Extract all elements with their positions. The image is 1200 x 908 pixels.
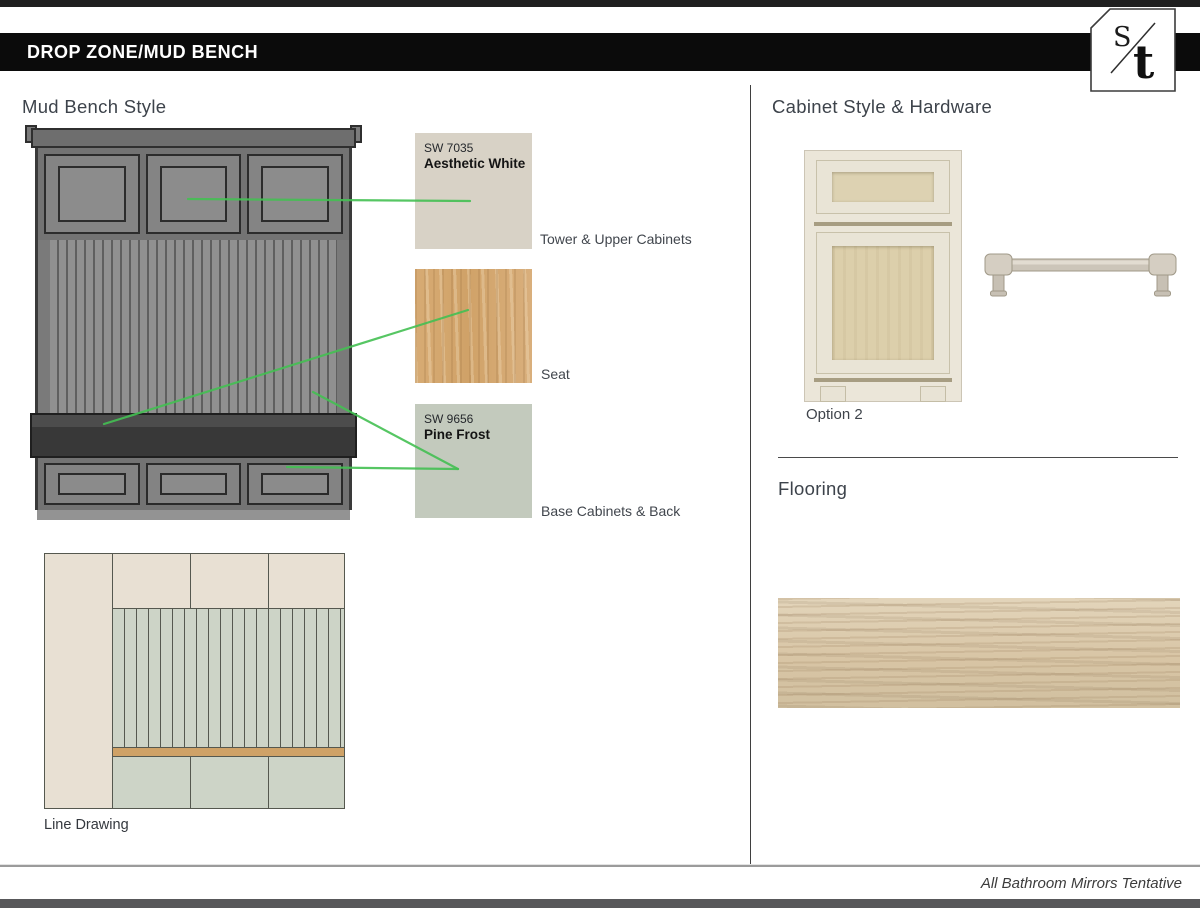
footer-rule <box>0 864 1200 867</box>
elevation-base-cabinet <box>112 756 191 809</box>
footer-note: All Bathroom Mirrors Tentative <box>981 875 1182 892</box>
upper-cabinet-door <box>146 154 242 234</box>
bench-base-cabinets <box>35 458 352 510</box>
pull-post-foot-right <box>1155 291 1171 296</box>
cabinet-foot-left <box>820 386 846 402</box>
flooring-heading: Flooring <box>778 478 847 500</box>
swatch-name: Aesthetic White <box>415 156 532 171</box>
pull-end-cap-left <box>985 254 1012 275</box>
cabinet-photo <box>804 150 962 402</box>
page-title: DROP ZONE/MUD BENCH <box>0 42 258 63</box>
elevation-base-cabinet <box>190 756 269 809</box>
bench-upper-cabinets <box>35 148 352 240</box>
swatch-label-base-back: Base Cabinets & Back <box>541 503 680 519</box>
upper-cabinet-door <box>44 154 140 234</box>
design-board-page: DROP ZONE/MUD BENCH S t All Bathroom Mir… <box>0 0 1200 908</box>
base-cabinet-drawer <box>44 463 140 505</box>
line-drawing <box>44 553 345 809</box>
elevation-upper-cabinet <box>190 553 269 609</box>
door-panel <box>832 246 934 360</box>
pull-post-left <box>993 275 1004 292</box>
line-drawing-label: Line Drawing <box>44 817 129 833</box>
beadboard-slats <box>50 240 337 413</box>
bench-crown <box>31 128 356 148</box>
paint-swatch-aesthetic-white: SW 7035 Aesthetic White <box>415 133 532 249</box>
elevation-upper-cabinet <box>112 553 191 609</box>
bench-beadboard-back <box>35 240 352 413</box>
logo-letter-s: S <box>1113 22 1132 53</box>
flooring-section-divider <box>778 457 1178 458</box>
drawer-panel <box>832 172 934 202</box>
bench-seat <box>30 413 357 458</box>
paint-swatch-pine-frost: SW 9656 Pine Frost <box>415 404 532 518</box>
hardware-pull-photo <box>983 250 1178 300</box>
swatch-code: SW 7035 <box>415 133 532 156</box>
pull-bar-highlight <box>997 261 1165 265</box>
st-monogram-logo: S t <box>1090 8 1176 92</box>
cabinet-reveal-line <box>814 222 952 226</box>
elevation-upper-cabinet <box>268 553 345 609</box>
elevation-base-cabinet <box>268 756 345 809</box>
wood-swatch-seat <box>415 269 532 383</box>
swatch-code: SW 9656 <box>415 404 532 427</box>
pull-end-cap-right <box>1149 254 1176 275</box>
cabinet-heading: Cabinet Style & Hardware <box>772 96 992 118</box>
swatch-label-seat: Seat <box>541 366 570 382</box>
cabinet-foot-right <box>920 386 946 402</box>
page-title-bar: DROP ZONE/MUD BENCH <box>0 33 1200 71</box>
swatch-name: Pine Frost <box>415 427 532 442</box>
bottom-border-strip <box>0 899 1200 908</box>
top-border-strip <box>0 0 1200 7</box>
elevation-beadboard <box>112 608 345 748</box>
cabinet-drawer-front <box>816 160 950 214</box>
swatch-label-tower-upper: Tower & Upper Cabinets <box>540 231 692 247</box>
cabinet-reveal-line <box>814 378 952 382</box>
base-cabinet-drawer <box>146 463 242 505</box>
elevation-tower <box>44 553 113 809</box>
upper-cabinet-door <box>247 154 343 234</box>
cabinet-door-front <box>816 232 950 374</box>
logo-letter-t: t <box>1133 35 1155 89</box>
pull-post-right <box>1157 275 1168 292</box>
base-cabinet-drawer <box>247 463 343 505</box>
vertical-section-divider <box>750 85 751 865</box>
cabinet-option-label: Option 2 <box>806 406 863 423</box>
mud-bench-render <box>35 128 352 520</box>
flooring-sample-photo <box>778 598 1180 708</box>
pull-post-foot-left <box>991 291 1007 296</box>
bench-toe-kick <box>37 510 350 520</box>
mud-bench-heading: Mud Bench Style <box>22 96 166 118</box>
